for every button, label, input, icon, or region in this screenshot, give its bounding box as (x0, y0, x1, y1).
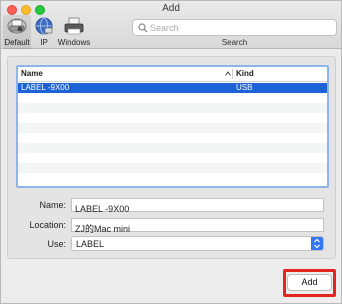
location-input[interactable] (72, 222, 323, 235)
chevron-up-down-icon (314, 238, 320, 249)
list-header: Name Kind (18, 67, 327, 82)
column-divider (232, 69, 233, 79)
empty-row (18, 103, 327, 113)
printer-list[interactable]: Name Kind LABEL -9X00 USB (16, 65, 329, 188)
location-label: Location: (29, 220, 66, 230)
name-label: Name: (39, 200, 66, 210)
use-select-value: LABEL (76, 239, 105, 249)
empty-row (18, 143, 327, 153)
printer-row[interactable]: LABEL -9X00 USB (18, 83, 327, 93)
windows-printer-icon (64, 17, 84, 35)
use-label: Use: (47, 239, 66, 249)
search-label: Search (221, 38, 248, 47)
search-field[interactable] (132, 19, 337, 36)
search-icon (138, 23, 148, 33)
column-header-kind[interactable]: Kind (236, 69, 254, 78)
column-header-name[interactable]: Name (21, 69, 43, 78)
window-title: Add (162, 3, 180, 14)
printer-icon (7, 18, 27, 34)
printer-name: LABEL -9X00 (21, 83, 70, 92)
name-field[interactable] (71, 198, 324, 215)
toolbar-ip-label: IP (40, 38, 48, 47)
toolbar-default-button[interactable]: Default (3, 15, 31, 49)
empty-row (18, 153, 327, 163)
search-input[interactable] (150, 21, 330, 34)
add-button[interactable]: Add (287, 274, 332, 291)
printer-kind: USB (236, 83, 253, 92)
use-select[interactable]: LABEL (71, 236, 324, 251)
add-printer-window: Add Default IP Windows Search Search Nam… (0, 0, 342, 304)
empty-row (18, 163, 327, 173)
empty-row (18, 173, 327, 183)
globe-icon (35, 17, 53, 35)
toolbar-windows-button[interactable]: Windows (57, 15, 91, 49)
toolbar-ip-button[interactable]: IP (33, 15, 55, 49)
empty-row (18, 93, 327, 103)
sort-ascending-icon (225, 71, 231, 76)
toolbar-windows-label: Windows (57, 38, 91, 47)
toolbar-default-label: Default (4, 38, 30, 47)
title-toolbar: Add Default IP Windows Search Search (1, 1, 341, 49)
empty-row (18, 113, 327, 123)
name-input[interactable] (72, 203, 323, 215)
printer-list-panel: Name Kind LABEL -9X00 USB (7, 56, 336, 194)
location-field[interactable] (71, 218, 324, 235)
select-stepper[interactable] (311, 237, 323, 250)
printer-details-form: Name: Location: Use: LABEL (7, 193, 336, 259)
empty-row (18, 123, 327, 133)
empty-row (18, 133, 327, 143)
